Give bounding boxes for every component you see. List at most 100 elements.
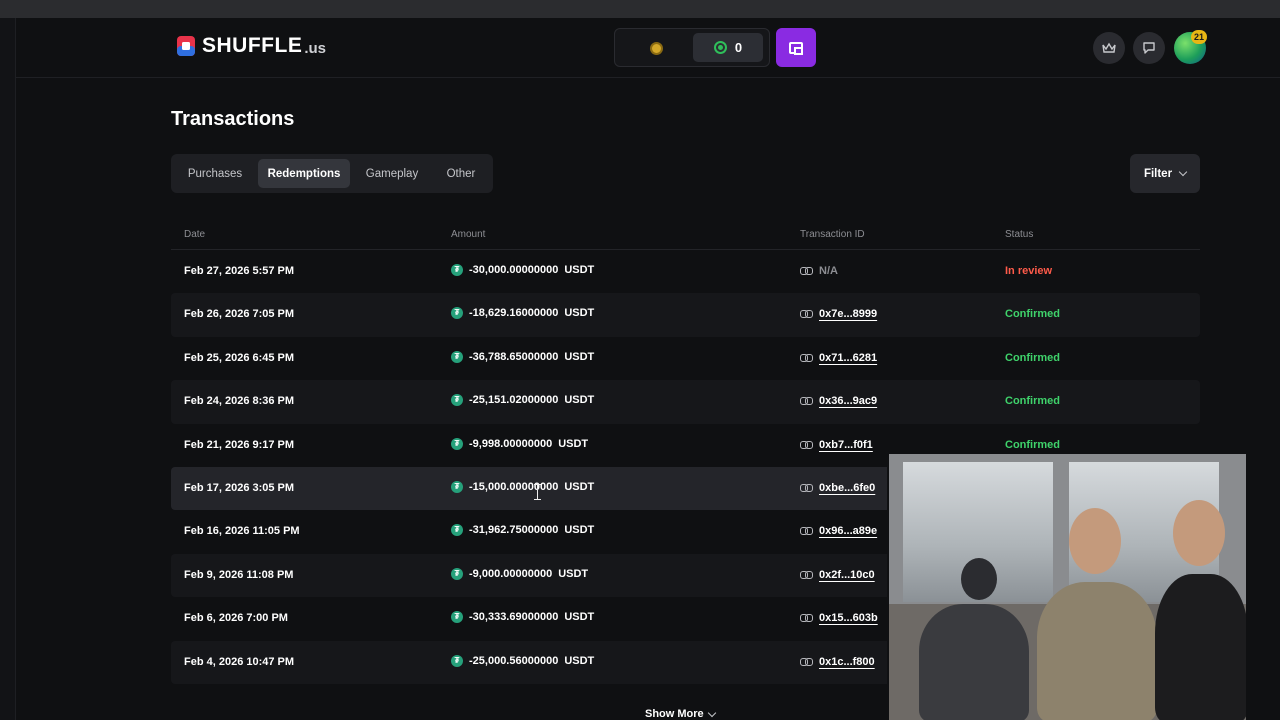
amount-value: -25,151.02000000 xyxy=(469,394,559,407)
amount-currency: USDT xyxy=(564,307,595,320)
link-icon xyxy=(800,614,813,623)
tab-gameplay[interactable]: Gameplay xyxy=(357,159,427,188)
column-amount: Amount xyxy=(451,229,486,240)
chat-button[interactable] xyxy=(1133,32,1165,64)
transaction-id-link[interactable]: 0x36...9ac9 xyxy=(819,395,877,407)
left-rail xyxy=(0,18,16,720)
sweeps-coin-icon xyxy=(713,41,727,54)
usdt-icon: ₮ xyxy=(451,350,463,363)
row-amount: ₮ -18,629.16000000 USDT xyxy=(451,307,595,320)
wallet-button[interactable] xyxy=(776,28,816,67)
link-icon xyxy=(800,310,813,319)
status-badge: In review xyxy=(1005,265,1053,277)
table-header: Date Amount Transaction ID Status xyxy=(171,220,1200,250)
amount-value: -15,000.00000000 xyxy=(469,480,559,493)
text-cursor xyxy=(534,484,541,500)
sweeps-coin-balance[interactable]: 0 xyxy=(693,33,763,62)
link-icon xyxy=(800,353,813,362)
row-transaction-id: 0xb7...f0f1 xyxy=(800,439,873,451)
transaction-id-link[interactable]: 0x96...a89e xyxy=(819,525,877,537)
amount-currency: USDT xyxy=(558,567,589,580)
transaction-id-na: N/A xyxy=(819,265,838,277)
usdt-icon: ₮ xyxy=(451,654,463,667)
amount-value: -9,998.00000000 xyxy=(469,437,553,450)
row-transaction-id: 0x7e...8999 xyxy=(800,308,877,320)
row-amount: ₮ -30,000.00000000 USDT xyxy=(451,264,594,276)
row-date: Feb 21, 2026 9:17 PM xyxy=(184,438,295,451)
amount-currency: USDT xyxy=(564,350,595,363)
column-transaction-id: Transaction ID xyxy=(800,229,865,240)
webcam-person-right xyxy=(1155,574,1246,720)
amount-currency: USDT xyxy=(564,394,595,407)
table-row[interactable]: Feb 26, 2026 7:05 PM ₮ -18,629.16000000 US… xyxy=(171,293,1200,337)
page-title: Transactions xyxy=(171,108,295,130)
transaction-id-link[interactable]: 0x1c...f800 xyxy=(819,656,875,668)
amount-currency: USDT xyxy=(558,437,589,450)
usdt-icon: ₮ xyxy=(451,567,463,580)
amount-value: -9,000.00000000 xyxy=(469,567,553,580)
filter-button[interactable]: Filter xyxy=(1130,154,1200,193)
row-date: Feb 16, 2026 11:05 PM xyxy=(184,525,300,538)
usdt-icon: ₮ xyxy=(451,307,463,320)
amount-currency: USDT xyxy=(564,611,595,624)
link-icon xyxy=(800,267,813,275)
row-amount: ₮ -25,151.02000000 USDT xyxy=(451,394,595,407)
row-date: Feb 17, 2026 3:05 PM xyxy=(184,481,295,494)
amount-value: -25,000.56000000 xyxy=(469,654,559,667)
amount-currency: USDT xyxy=(564,480,595,493)
usdt-icon: ₮ xyxy=(451,394,463,407)
show-more-button[interactable]: Show More xyxy=(645,708,716,720)
amount-value: -30,000.00000000 xyxy=(469,264,559,276)
usdt-icon: ₮ xyxy=(451,524,463,537)
transaction-id-link[interactable]: 0x7e...8999 xyxy=(819,308,877,320)
link-icon xyxy=(800,483,813,492)
link-icon xyxy=(800,657,813,666)
row-transaction-id: 0x2f...10c0 xyxy=(800,569,875,581)
status-badge: Confirmed xyxy=(1005,395,1060,408)
amount-currency: USDT xyxy=(564,654,595,667)
chevron-down-icon xyxy=(1178,167,1188,177)
transaction-id-link[interactable]: 0x2f...10c0 xyxy=(819,569,875,581)
logo-suffix: .us xyxy=(304,39,327,57)
tab-redemptions[interactable]: Redemptions xyxy=(258,159,350,188)
table-row[interactable]: Feb 27, 2026 5:57 PM ₮ -30,000.00000000 US… xyxy=(171,250,1200,293)
amount-value: -30,333.69000000 xyxy=(469,611,559,624)
browser-top-strip xyxy=(0,0,1280,18)
shuffle-logo[interactable]: SHUFFLE .us xyxy=(176,34,326,58)
webcam-head-center xyxy=(1069,508,1121,574)
row-amount: ₮ -31,962.75000000 USDT xyxy=(451,524,595,537)
amount-currency: USDT xyxy=(564,264,595,276)
link-icon xyxy=(800,440,813,449)
amount-value: -18,629.16000000 xyxy=(469,307,559,320)
amount-currency: USDT xyxy=(564,524,595,537)
row-date: Feb 25, 2026 6:45 PM xyxy=(184,351,295,364)
transaction-id-link[interactable]: 0xb7...f0f1 xyxy=(819,439,873,451)
table-row[interactable]: Feb 24, 2026 8:36 PM ₮ -25,151.02000000 US… xyxy=(171,380,1200,424)
vip-crown-button[interactable] xyxy=(1093,32,1125,64)
row-transaction-id: N/A xyxy=(800,265,838,277)
link-icon xyxy=(800,570,813,579)
crown-icon xyxy=(1102,42,1116,53)
transaction-id-link[interactable]: 0xbe...6fe0 xyxy=(819,482,875,494)
row-date: Feb 9, 2026 11:08 PM xyxy=(184,568,294,581)
amount-value: -36,788.65000000 xyxy=(469,350,559,363)
table-row[interactable]: Feb 25, 2026 6:45 PM ₮ -36,788.65000000 US… xyxy=(171,337,1200,380)
row-amount: ₮ -36,788.65000000 USDT xyxy=(451,350,595,363)
balance-selector[interactable]: 0 xyxy=(614,28,770,67)
webcam-overlay xyxy=(887,452,1246,720)
transaction-id-link[interactable]: 0x15...603b xyxy=(819,612,878,624)
link-icon xyxy=(800,397,813,406)
sweeps-coin-value: 0 xyxy=(734,40,743,55)
filter-label: Filter xyxy=(1143,167,1173,180)
usdt-icon: ₮ xyxy=(451,264,463,276)
transaction-id-link[interactable]: 0x71...6281 xyxy=(819,352,877,364)
row-date: Feb 4, 2026 10:47 PM xyxy=(184,655,295,668)
notification-badge: 21 xyxy=(1191,30,1207,44)
gold-coin-icon[interactable] xyxy=(650,42,663,55)
tab-purchases[interactable]: Purchases xyxy=(179,159,251,188)
chat-bubble-icon xyxy=(1143,42,1155,54)
tab-other[interactable]: Other xyxy=(434,159,488,188)
column-date: Date xyxy=(184,229,206,240)
row-amount: ₮ -25,000.56000000 USDT xyxy=(451,654,595,667)
transaction-tabs: Purchases Redemptions Gameplay Other xyxy=(171,154,493,193)
